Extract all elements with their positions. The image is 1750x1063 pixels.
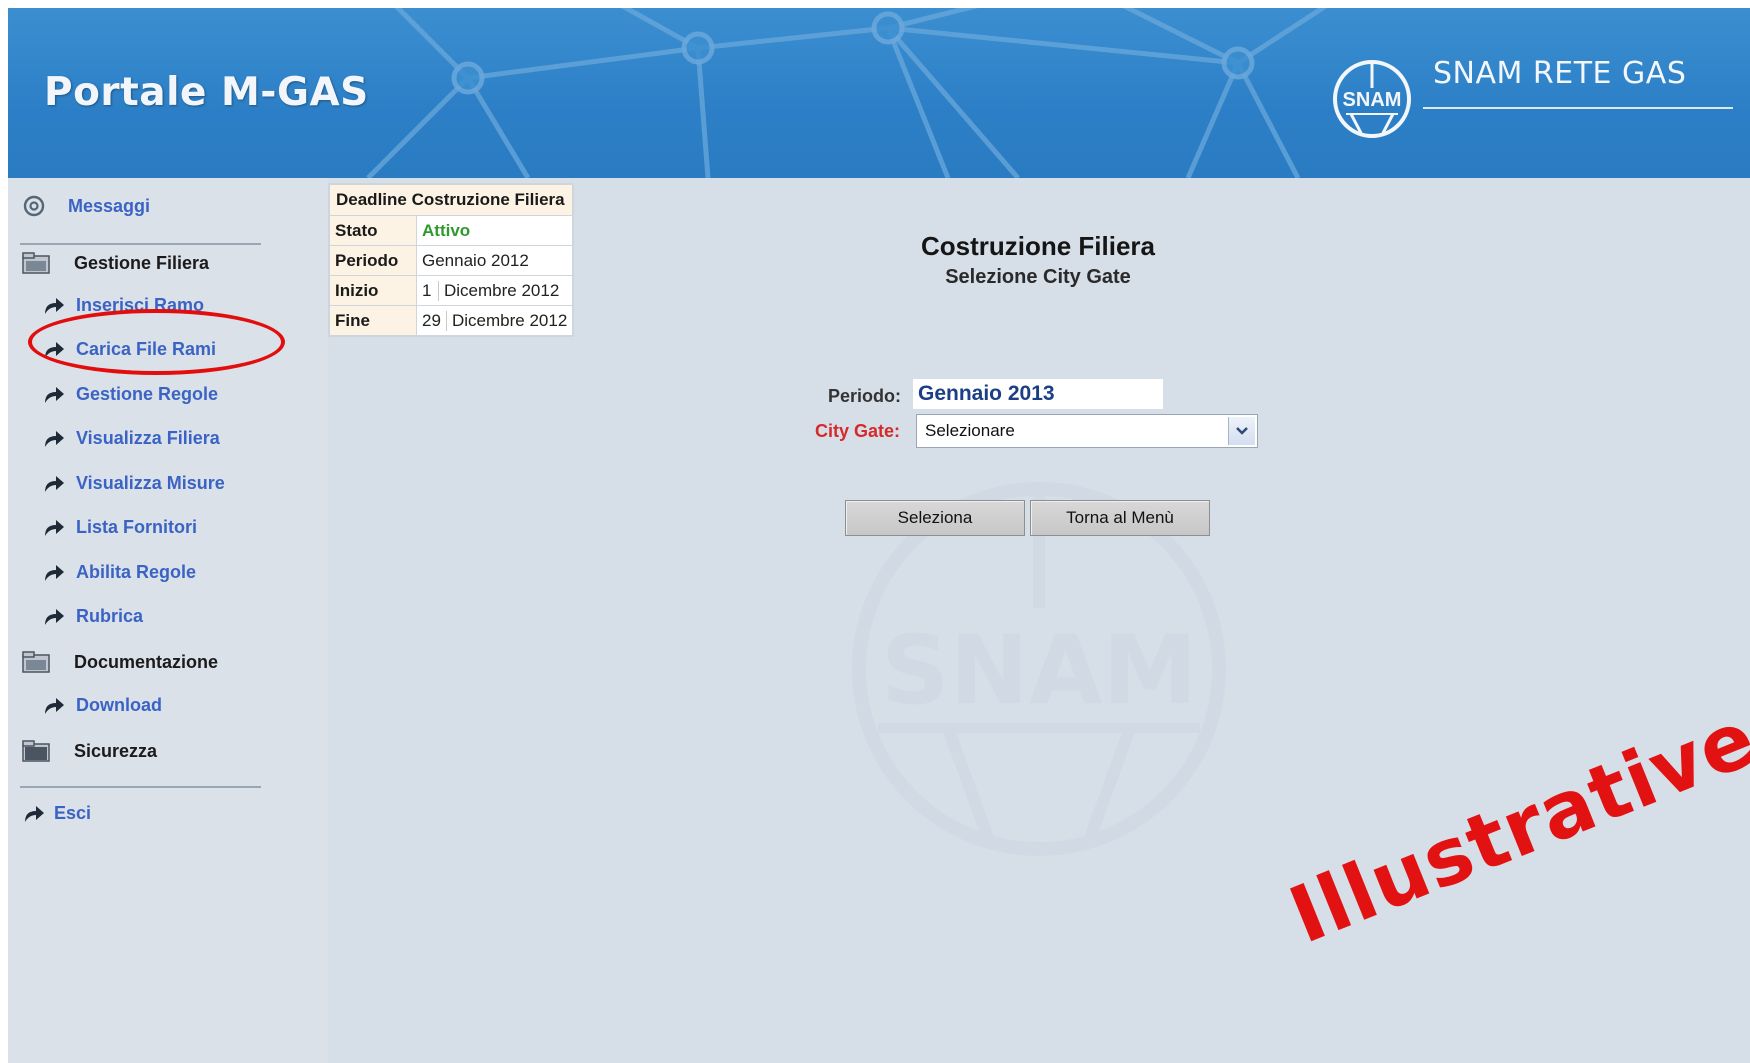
sidebar-item-label: Rubrica	[76, 606, 144, 626]
highlight-ellipse	[28, 309, 285, 375]
folder-icon	[22, 740, 50, 762]
brand-name: SNAM RETE GAS	[1433, 56, 1687, 91]
sidebar-group-label: Sicurezza	[74, 740, 158, 761]
folder-icon	[22, 252, 50, 274]
arrow-curve-icon	[45, 430, 64, 447]
snam-logo-icon: SNAM	[1333, 60, 1411, 138]
table-row: Inizio 1 Dicembre 2012	[328, 275, 574, 306]
day-value: 1	[422, 280, 439, 301]
chevron-down-icon[interactable]	[1228, 417, 1255, 445]
day-value: 29	[422, 310, 447, 331]
arrow-curve-icon	[45, 386, 64, 403]
folder-icon	[22, 651, 50, 673]
sidebar-item-download[interactable]: Download	[42, 695, 162, 716]
arrow-curve-icon	[25, 805, 44, 822]
sidebar-item-abilita-regole[interactable]: Abilita Regole	[42, 562, 196, 583]
seleziona-button[interactable]: Seleziona	[845, 500, 1025, 536]
sidebar-item-label: Visualizza Misure	[76, 473, 225, 493]
brand-underline	[1423, 107, 1733, 109]
torna-al-menu-button[interactable]: Torna al Menù	[1030, 500, 1210, 536]
row-value: 1 Dicembre 2012	[416, 275, 574, 306]
sidebar-item-rubrica[interactable]: Rubrica	[42, 606, 143, 627]
sidebar-item-label: Download	[76, 695, 162, 715]
periodo-label: Periodo:	[828, 386, 902, 406]
table-row: Periodo Gennaio 2012	[328, 245, 574, 276]
city-gate-label: City Gate:	[815, 421, 901, 441]
city-gate-selected-value: Selezionare	[925, 421, 1015, 440]
arrow-curve-icon	[45, 608, 64, 625]
row-key: Stato	[328, 215, 417, 246]
sidebar-group-documentazione[interactable]: Documentazione	[22, 651, 218, 673]
sidebar-item-esci[interactable]: Esci	[22, 803, 91, 824]
watermark-text: SNAM	[881, 616, 1197, 726]
sidebar-item-visualizza-filiera[interactable]: Visualizza Filiera	[42, 428, 220, 449]
row-value: Gennaio 2012	[416, 245, 574, 276]
deadline-title: Deadline Costruzione Filiera	[328, 183, 574, 216]
sidebar-item-label: Lista Fornitori	[76, 517, 197, 537]
app-title: Portale M-GAS	[44, 70, 369, 115]
city-gate-select[interactable]: Selezionare	[916, 414, 1258, 448]
arrow-curve-icon	[45, 697, 64, 714]
sidebar-item-gestione-regole[interactable]: Gestione Regole	[42, 384, 218, 405]
page-title: Costruzione Filiera	[920, 231, 1156, 261]
month-year-value: Dicembre 2012	[444, 280, 560, 300]
sidebar-item-lista-fornitori[interactable]: Lista Fornitori	[42, 517, 197, 538]
at-icon	[23, 195, 45, 217]
table-row: Stato Attivo	[328, 215, 574, 246]
deadline-table: Deadline Costruzione Filiera Stato Attiv…	[328, 183, 575, 337]
illustrative-stamp: Illustrative	[1278, 693, 1750, 962]
sidebar-group-sicurezza[interactable]: Sicurezza	[22, 740, 157, 762]
sidebar-group-label: Gestione Filiera	[74, 252, 210, 273]
sidebar-item-label: Visualizza Filiera	[76, 428, 220, 448]
status-value: Attivo	[416, 215, 574, 246]
sidebar-item-label: Abilita Regole	[76, 562, 197, 582]
logo-text: SNAM	[1343, 89, 1402, 111]
sidebar-item-label: Gestione Regole	[76, 384, 219, 404]
arrow-curve-icon	[45, 564, 64, 581]
row-key: Fine	[328, 305, 417, 337]
periodo-value: Gennaio 2013	[913, 379, 1163, 409]
page-subtitle: Selezione City Gate	[945, 266, 1131, 288]
portal-window: Portale M-GAS SNAM SNAM RETE GAS Messagg…	[8, 8, 1750, 1063]
row-key: Periodo	[328, 245, 417, 276]
arrow-curve-icon	[45, 297, 64, 314]
row-value: 29 Dicembre 2012	[416, 305, 574, 337]
sidebar-item-label: Messaggi	[68, 195, 151, 216]
table-header-row: Deadline Costruzione Filiera	[328, 183, 574, 216]
sidebar-item-label: Esci	[54, 803, 92, 823]
row-key: Inizio	[328, 275, 417, 306]
sidebar-group-gestione-filiera[interactable]: Gestione Filiera	[22, 252, 209, 274]
sidebar-item-messaggi[interactable]: Messaggi	[22, 194, 150, 218]
arrow-curve-icon	[45, 519, 64, 536]
sidebar-group-label: Documentazione	[74, 651, 219, 672]
sidebar-divider	[20, 243, 261, 245]
header-banner: Portale M-GAS SNAM SNAM RETE GAS	[8, 8, 1750, 178]
sidebar-divider	[20, 786, 261, 788]
sidebar-item-visualizza-misure[interactable]: Visualizza Misure	[42, 473, 225, 494]
arrow-curve-icon	[45, 475, 64, 492]
month-year-value: Dicembre 2012	[452, 310, 568, 330]
table-row: Fine 29 Dicembre 2012	[328, 305, 574, 337]
